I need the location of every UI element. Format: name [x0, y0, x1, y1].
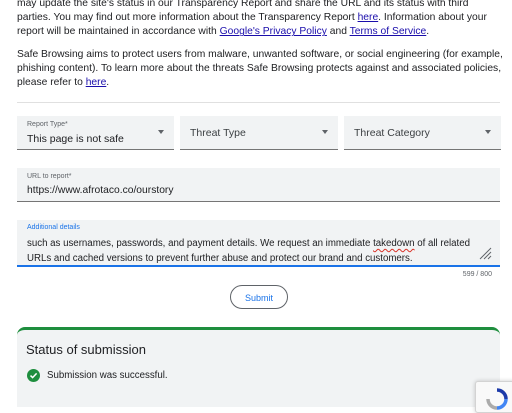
intro-paragraph-safe-browsing: Safe Browsing aims to protect users from… — [17, 48, 505, 91]
threat-type-label: Threat Type — [190, 127, 246, 139]
recaptcha-badge[interactable] — [475, 381, 512, 413]
character-counter: 599 / 800 — [462, 271, 492, 278]
threat-category-label: Threat Category — [354, 127, 430, 139]
report-type-value: This page is not safe — [27, 133, 124, 145]
recaptcha-icon — [486, 388, 508, 410]
resize-handle-icon[interactable] — [478, 246, 492, 260]
intro-text: may update the site's status in our Tran… — [17, 0, 505, 98]
chevron-down-icon — [158, 130, 164, 134]
threat-category-select[interactable]: Threat Category — [344, 116, 501, 150]
privacy-policy-link[interactable]: Google's Privacy Policy — [220, 26, 327, 37]
status-row: Submission was successful. — [27, 369, 168, 382]
status-title: Status of submission — [26, 342, 146, 357]
misspelled-word[interactable]: takedown — [373, 238, 414, 249]
submit-button[interactable]: Submit — [230, 285, 288, 309]
status-card: Status of submission Submission was succ… — [17, 327, 500, 407]
chevron-down-icon — [322, 130, 328, 134]
additional-details-textarea[interactable]: Additional details such as usernames, pa… — [17, 220, 500, 267]
url-value: https://www.afrotaco.co/ourstory — [27, 185, 174, 196]
threat-type-select[interactable]: Threat Type — [180, 116, 338, 150]
safe-browsing-policies-link[interactable]: here — [86, 77, 107, 88]
check-circle-icon — [27, 369, 40, 382]
intro-text-segment: . — [426, 26, 430, 38]
chevron-down-icon — [485, 130, 491, 134]
url-label: URL to report* — [27, 173, 72, 180]
report-type-label: Report Type* — [27, 121, 68, 128]
url-field[interactable]: URL to report* https://www.afrotaco.co/o… — [17, 168, 500, 202]
intro-paragraph-transparency: may update the site's status in our Tran… — [17, 0, 505, 40]
transparency-report-link[interactable]: here — [358, 12, 379, 23]
details-text-segment: such as usernames, passwords, and paymen… — [27, 238, 374, 249]
status-message: Submission was successful. — [47, 370, 168, 381]
intro-text-segment: and — [326, 26, 350, 38]
additional-details-text: such as usernames, passwords, and paymen… — [27, 236, 492, 266]
additional-details-label: Additional details — [27, 224, 80, 231]
divider — [17, 102, 500, 103]
intro-text-segment: . — [106, 77, 110, 89]
terms-of-service-link[interactable]: Terms of Service — [350, 26, 427, 37]
report-type-select[interactable]: Report Type* This page is not safe — [17, 116, 174, 150]
